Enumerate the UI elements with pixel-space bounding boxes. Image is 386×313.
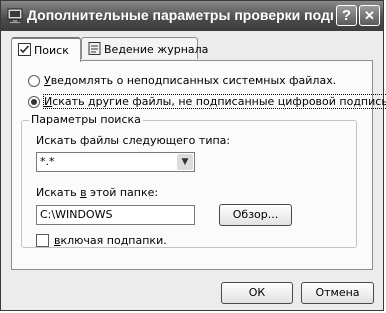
folder-input[interactable]: C:\WINDOWS	[36, 205, 195, 225]
checklist-icon	[18, 43, 31, 56]
folder-label: Искать в этой папке:	[36, 186, 159, 199]
cancel-button[interactable]: Отмена	[301, 282, 374, 304]
search-other-label: Искать другие файлы, не подписанные цифр…	[43, 94, 386, 109]
search-parameters-group: Параметры поиска Искать файлы следующего…	[21, 113, 357, 248]
radio-selected-dot	[31, 99, 37, 105]
notify-label: Уведомлять о неподписанных системных фай…	[44, 74, 337, 87]
journal-icon	[88, 42, 101, 55]
filetype-combobox[interactable]: *.* ▼	[36, 152, 195, 172]
filetype-value: *.*	[40, 155, 55, 168]
browse-button[interactable]: Обзор...	[219, 204, 292, 226]
subfolders-label: включая подпапки.	[54, 234, 167, 247]
group-legend: Параметры поиска	[29, 113, 143, 126]
computer-icon	[7, 8, 23, 24]
tab-logging-label: Ведение журнала	[104, 43, 209, 56]
title-bar[interactable]: Дополнительные параметры проверки подпи.…	[1, 1, 383, 31]
dialog-window: Дополнительные параметры проверки подпи.…	[0, 0, 386, 311]
search-panel: Уведомлять о неподписанных системных фай…	[11, 60, 386, 270]
help-button[interactable]: ?	[336, 5, 357, 26]
ok-button[interactable]: ОК	[221, 282, 293, 304]
filetype-label: Искать файлы следующего типа:	[36, 134, 231, 147]
tab-search[interactable]: Поиск	[11, 37, 81, 62]
notify-radio[interactable]	[28, 75, 40, 87]
subfolders-checkbox[interactable]	[36, 234, 49, 247]
search-other-radio[interactable]	[28, 96, 40, 108]
close-button[interactable]: ✕	[359, 5, 380, 26]
chevron-down-icon[interactable]: ▼	[177, 154, 193, 170]
folder-value: C:\WINDOWS	[40, 208, 113, 221]
tab-search-label: Поиск	[34, 44, 69, 57]
tab-logging[interactable]: Ведение журнала	[81, 37, 208, 59]
window-title: Дополнительные параметры проверки подпи.…	[27, 7, 333, 23]
